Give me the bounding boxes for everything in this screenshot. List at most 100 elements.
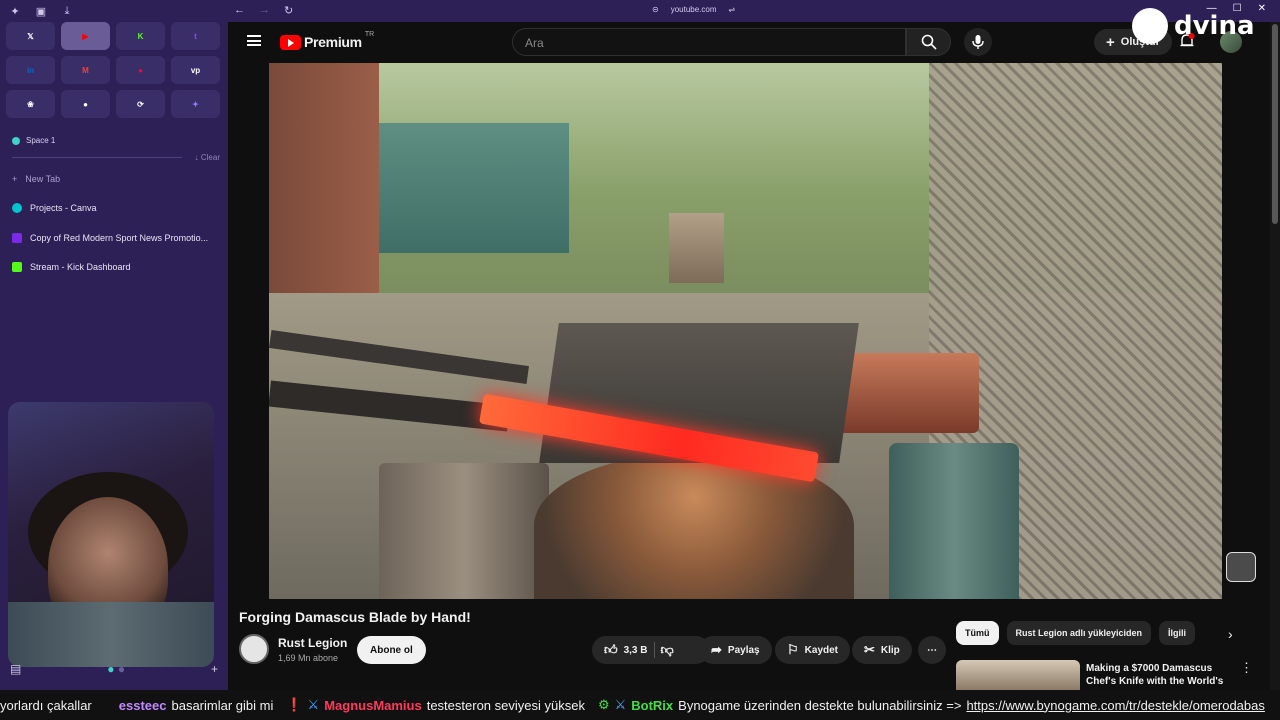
related-chips: Tümü Rust Legion adlı yükleyiciden İlgil…: [956, 621, 1196, 645]
ticker-message: yorlardı çakallar: [0, 697, 92, 713]
scissors-icon: ✂: [864, 642, 875, 657]
tab-title: Stream - Kick Dashboard: [30, 262, 131, 272]
menu-icon[interactable]: [247, 35, 261, 46]
add-space-icon[interactable]: +: [211, 662, 218, 676]
dvina-logo-icon: [1132, 8, 1168, 44]
record-icon: ●: [83, 99, 88, 109]
ticker-message: testesteron seviyesi yüksek: [426, 697, 585, 713]
clip-label: Klip: [880, 644, 900, 656]
favorite-youtube[interactable]: ▶: [61, 22, 110, 50]
youtube-page: Premium TR Ara + Oluştur dvina Forging D…: [228, 8, 1270, 690]
more-actions-button[interactable]: ⋯: [918, 636, 946, 664]
recommended-more-icon[interactable]: ⋮: [1240, 660, 1253, 676]
logo-region: TR: [364, 30, 375, 38]
dvina-watermark: dvina: [1132, 8, 1255, 44]
video-title: Forging Damascus Blade by Hand!: [239, 609, 471, 625]
new-tab-label: New Tab: [25, 174, 61, 184]
favorite-twitch[interactable]: t: [171, 22, 220, 50]
favorites-grid: 𝕏 ▶ Kt in M ● vp ❀ ● ⟳ ✦: [6, 22, 220, 118]
twitch-icon: t: [194, 31, 197, 41]
ticker-link[interactable]: https://www.bynogame.com/tr/destekle/ome…: [966, 698, 1264, 713]
sidebar-toggle-icon[interactable]: ▣: [34, 4, 48, 18]
favorite-gmail[interactable]: M: [61, 56, 110, 84]
channel-avatar[interactable]: [239, 634, 269, 664]
favorite-openai[interactable]: ❀: [6, 90, 55, 118]
linkedin-icon: in: [26, 65, 35, 75]
channel-name[interactable]: Rust Legion: [278, 636, 347, 650]
sync-icon: ⟳: [137, 99, 144, 109]
tab-item[interactable]: Stream - Kick Dashboard: [12, 262, 131, 272]
chip-label: Rust Legion adlı yükleyiciden: [1015, 628, 1143, 638]
browser-sidebar: ✦ ▣ ⤓ 𝕏 ▶ Kt in M ● vp ❀ ● ⟳ ✦ Space 1 ↓ Clear + N…: [0, 0, 228, 690]
favorite-x[interactable]: 𝕏: [6, 22, 55, 50]
clear-tabs-button[interactable]: ↓ Clear: [195, 153, 220, 162]
favorite-sync[interactable]: ⟳: [116, 90, 165, 118]
recommended-title[interactable]: Making a $7000 Damascus Chef's Knife wit…: [1086, 662, 1236, 690]
link-icon: ⊝: [652, 5, 659, 14]
ticker-message: basarimlar gibi mi: [171, 697, 274, 713]
favorite-record[interactable]: ●: [61, 90, 110, 118]
channel-watermark-icon[interactable]: [1226, 552, 1256, 582]
chat-ticker: yorlardı çakallar essteec basarimlar gib…: [0, 690, 1280, 720]
tab-item[interactable]: Copy of Red Modern Sport News Promotio..…: [12, 233, 208, 243]
save-label: Kaydet: [804, 644, 839, 656]
bot-badge-icon: ⚙: [597, 697, 610, 712]
video-player[interactable]: [269, 63, 1222, 599]
clip-button[interactable]: ✂ Klip: [852, 636, 912, 664]
chip-label: İlgili: [1168, 628, 1187, 638]
chip-next-icon[interactable]: ›: [1228, 626, 1233, 642]
scrollbar-thumb[interactable]: [1272, 24, 1278, 224]
video-scene-stump: [379, 463, 549, 599]
download-icon[interactable]: ⤓: [60, 4, 74, 18]
webcam-overlay: [8, 402, 214, 667]
sidebar-footer: ▤ ● ● +: [10, 662, 218, 676]
video-scene-pot: [839, 353, 979, 433]
canva-design-icon: [12, 233, 22, 243]
new-tab-button[interactable]: + New Tab: [12, 174, 60, 184]
reload-icon[interactable]: ↻: [284, 4, 293, 17]
canva-icon: [12, 203, 22, 213]
favorite-youtube-music[interactable]: ●: [116, 56, 165, 84]
clear-label: Clear: [200, 153, 220, 162]
youtube-music-icon: ●: [138, 65, 143, 75]
archive-icon[interactable]: ▤: [10, 662, 21, 676]
search-input[interactable]: Ara: [512, 28, 906, 56]
url-bar[interactable]: ⊝ youtube.com ⇌: [652, 5, 735, 14]
youtube-header: Premium TR Ara + Oluştur dvina: [228, 8, 1270, 62]
chip-related[interactable]: İlgili: [1159, 621, 1196, 645]
share-label: Paylaş: [727, 644, 760, 656]
favorite-gemini[interactable]: ✦: [171, 90, 220, 118]
space-dots[interactable]: ● ●: [107, 662, 125, 676]
close-icon[interactable]: ✕: [1258, 3, 1266, 14]
forward-icon[interactable]: →: [259, 4, 270, 17]
save-button[interactable]: ⚐ Kaydet: [775, 636, 851, 664]
chip-all[interactable]: Tümü: [956, 621, 999, 645]
recommended-thumbnail[interactable]: [956, 660, 1080, 690]
video-scene-gate: [379, 123, 569, 253]
space-label[interactable]: Space 1: [12, 136, 55, 145]
thumbs-up-icon: 👍︎: [604, 642, 618, 657]
space-icon: [12, 136, 20, 145]
gemini-icon: ✦: [192, 99, 199, 109]
favorite-vp[interactable]: vp: [171, 56, 220, 84]
subscribe-button[interactable]: Abone ol: [357, 636, 426, 664]
youtube-icon: ▶: [82, 31, 89, 41]
like-button[interactable]: 👍︎ 3,3 B: [604, 642, 648, 658]
favorite-linkedin[interactable]: in: [6, 56, 55, 84]
like-divider: [653, 642, 655, 658]
arc-icon[interactable]: ✦: [8, 4, 22, 18]
ticker-username: BotRix: [631, 697, 674, 713]
youtube-logo[interactable]: Premium TR: [280, 30, 375, 50]
like-count: 3,3 B: [623, 644, 648, 656]
voice-search-button[interactable]: [964, 28, 992, 56]
share-button[interactable]: ➦ Paylaş: [699, 636, 772, 664]
site-settings-icon[interactable]: ⇌: [729, 5, 736, 14]
search-button[interactable]: [906, 28, 951, 56]
dislike-button[interactable]: 👎︎: [661, 642, 674, 658]
chip-uploader[interactable]: Rust Legion adlı yükleyiciden: [1006, 621, 1152, 645]
ticker-username: essteec: [118, 697, 167, 713]
like-dislike-group: 👍︎ 3,3 B 👎︎: [592, 636, 710, 664]
tab-item[interactable]: Projects - Canva: [12, 203, 97, 213]
back-icon[interactable]: ←: [234, 4, 245, 17]
favorite-kick[interactable]: K: [116, 22, 165, 50]
